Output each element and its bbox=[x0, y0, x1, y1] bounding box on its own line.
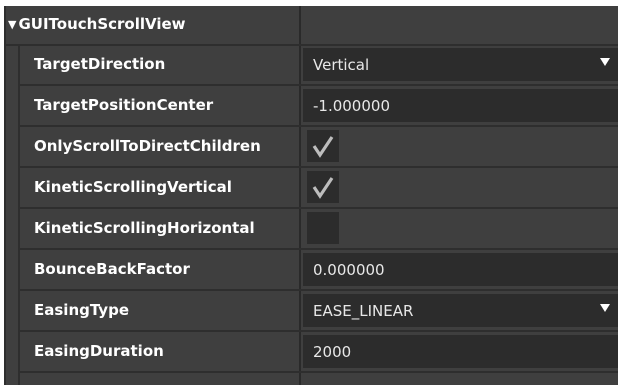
triangle-down-icon[interactable]: ▼ bbox=[8, 18, 16, 31]
target-position-center-field[interactable]: -1.000000 bbox=[303, 89, 618, 122]
checkmark-icon bbox=[312, 177, 334, 199]
component-title: GUITouchScrollView bbox=[18, 15, 186, 33]
property-label-kinetic-scrolling-vertical: KineticScrollingVertical bbox=[34, 178, 232, 196]
inspector-panel: ▼ GUITouchScrollView TargetDirection Vert… bbox=[4, 6, 618, 385]
property-label-bounce-back-factor: BounceBackFactor bbox=[34, 260, 190, 278]
component-header[interactable]: ▼ GUITouchScrollView bbox=[4, 6, 618, 46]
easing-type-value: EASE_LINEAR bbox=[313, 302, 414, 320]
property-row-target-position-center: TargetPositionCenter -1.000000 bbox=[20, 85, 618, 127]
property-label-target-direction: TargetDirection bbox=[34, 55, 166, 73]
bounce-back-factor-field[interactable]: 0.000000 bbox=[303, 253, 618, 286]
easing-type-dropdown[interactable]: EASE_LINEAR bbox=[303, 294, 618, 327]
property-row-kinetic-scrolling-vertical: KineticScrollingVertical bbox=[20, 167, 618, 209]
property-label-target-position-center: TargetPositionCenter bbox=[34, 96, 214, 114]
kinetic-scrolling-vertical-checkbox[interactable] bbox=[307, 171, 339, 203]
target-position-center-value: -1.000000 bbox=[313, 97, 390, 115]
checkmark-icon bbox=[312, 136, 334, 158]
property-label-easing-type: EasingType bbox=[34, 301, 129, 319]
target-direction-value: Vertical bbox=[313, 56, 370, 74]
property-label-only-scroll-to-direct-children: OnlyScrollToDirectChildren bbox=[34, 137, 261, 155]
property-row-only-scroll-to-direct-children: OnlyScrollToDirectChildren bbox=[20, 126, 618, 168]
property-row-target-direction: TargetDirection Vertical bbox=[20, 44, 618, 86]
component-header-label[interactable]: ▼ GUITouchScrollView bbox=[8, 15, 186, 33]
target-direction-dropdown[interactable]: Vertical bbox=[303, 48, 618, 81]
panel-left-border bbox=[4, 6, 6, 385]
property-row-easing-type: EasingType EASE_LINEAR bbox=[20, 290, 618, 332]
property-label-kinetic-scrolling-horizontal: KineticScrollingHorizontal bbox=[34, 219, 255, 237]
dropdown-arrow-icon[interactable] bbox=[600, 304, 610, 312]
dropdown-arrow-icon[interactable] bbox=[600, 58, 610, 66]
property-label-easing-duration: EasingDuration bbox=[34, 342, 164, 360]
property-row-bounce-back-factor: BounceBackFactor 0.000000 bbox=[20, 249, 618, 291]
property-row-easing-duration: EasingDuration 2000 bbox=[20, 331, 618, 373]
only-scroll-to-direct-children-checkbox[interactable] bbox=[307, 130, 339, 162]
easing-duration-field[interactable]: 2000 bbox=[303, 335, 618, 368]
bounce-back-factor-value: 0.000000 bbox=[313, 261, 385, 279]
property-row-kinetic-scrolling-horizontal: KineticScrollingHorizontal bbox=[20, 208, 618, 250]
easing-duration-value: 2000 bbox=[313, 343, 352, 361]
kinetic-scrolling-horizontal-checkbox[interactable] bbox=[307, 212, 339, 244]
